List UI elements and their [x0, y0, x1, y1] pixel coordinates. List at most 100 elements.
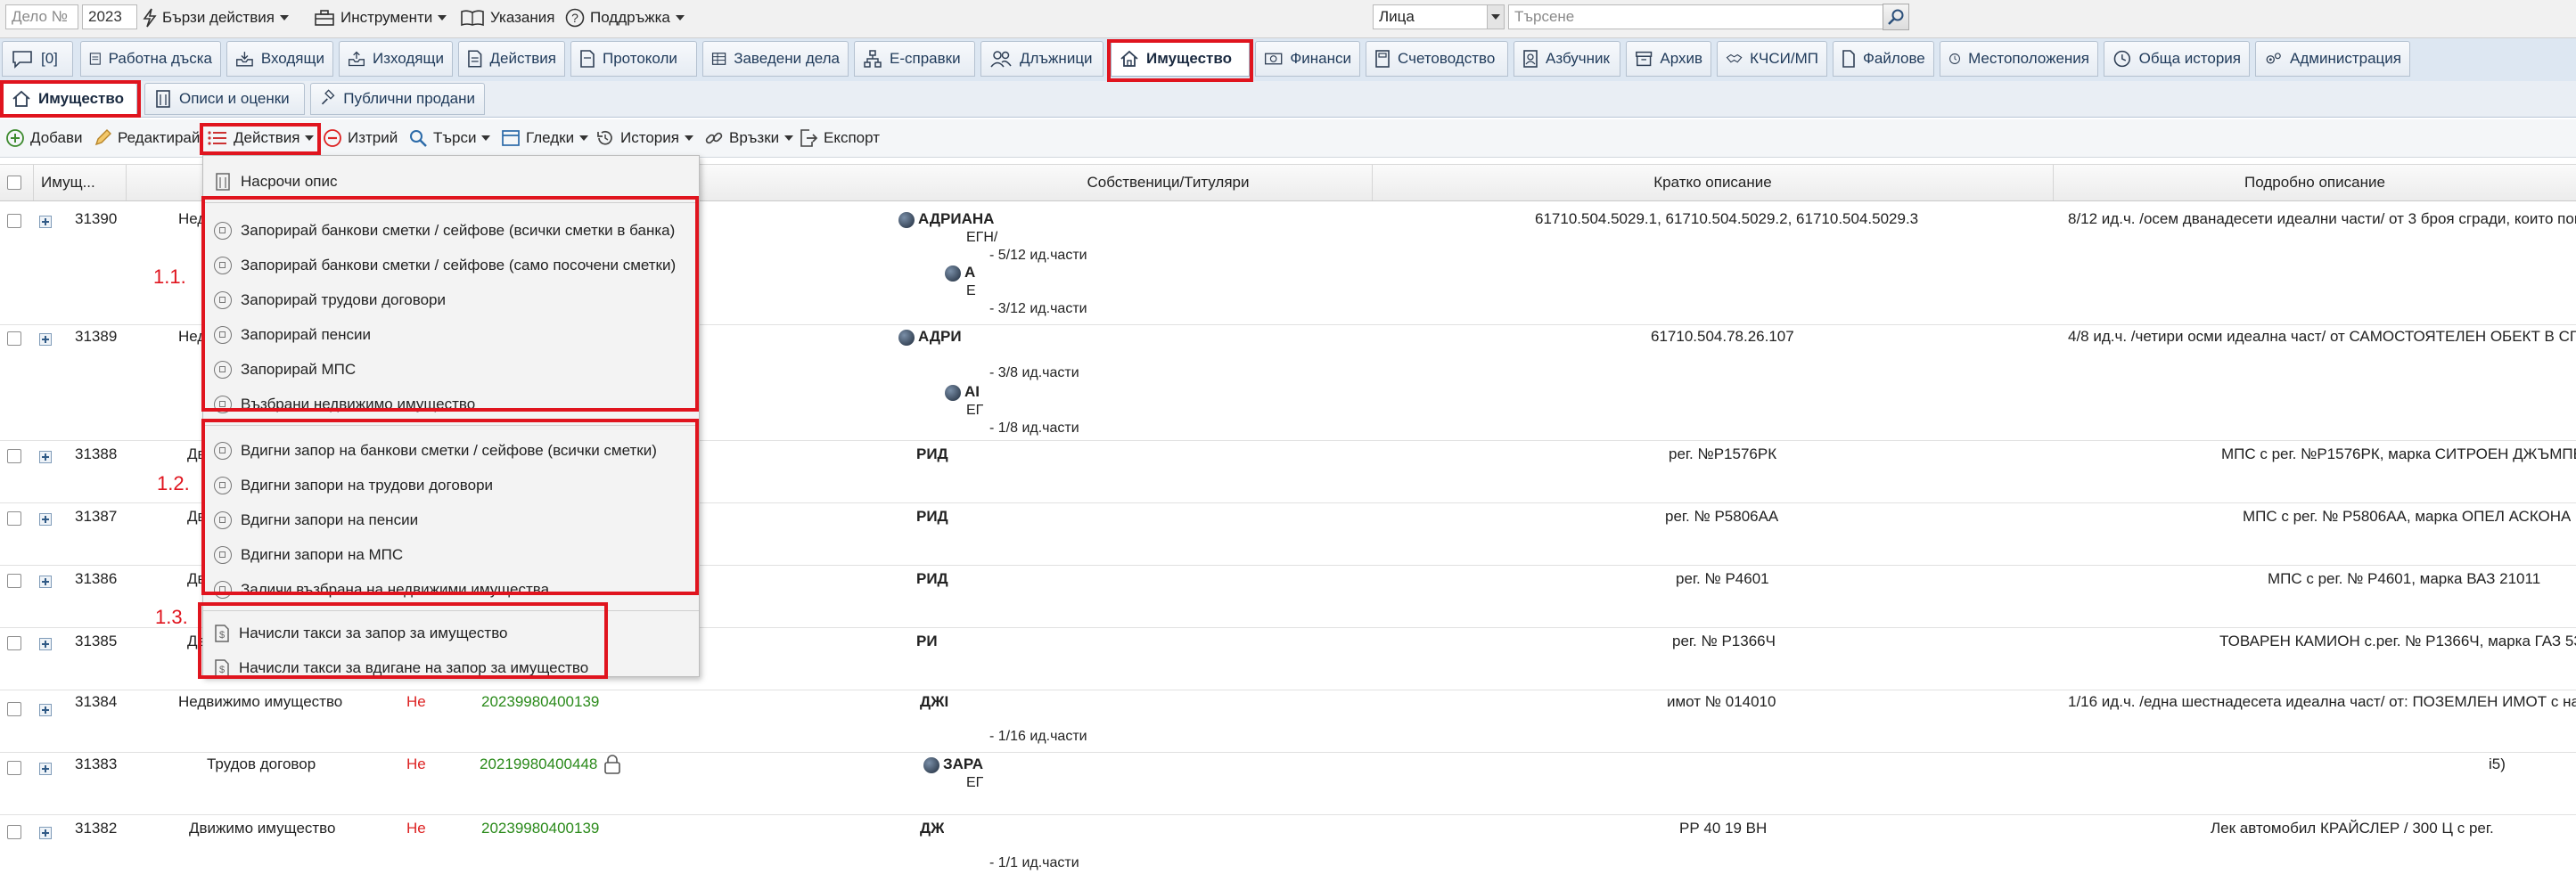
case-number-link[interactable]: 20239980400139 — [481, 693, 599, 711]
year-input[interactable]: 2023 — [82, 4, 137, 29]
menu-item-lift-employment[interactable]: Вдигни запори на трудови договори — [214, 472, 493, 499]
expand-row-icon[interactable] — [39, 576, 52, 588]
owner-share: - 1/16 ид.части — [989, 729, 1087, 744]
menu-item-lift-pensions[interactable]: Вдигни запори на пенсии — [214, 507, 418, 534]
export-button[interactable]: Експорт — [799, 127, 880, 150]
tab-label: Изходящи — [372, 50, 444, 67]
tab-kchsi[interactable]: КЧСИ/МП — [1717, 41, 1827, 77]
row-checkbox[interactable] — [7, 636, 21, 650]
search-menu-button[interactable]: Търси — [408, 127, 491, 150]
tab-label: Администрация — [2290, 50, 2401, 67]
search-scope-select[interactable]: Лица — [1373, 4, 1505, 29]
menu-item-lift-all-accounts[interactable]: Вдигни запор на банкови сметки / сейфове… — [214, 437, 657, 464]
menu-item-lift-vehicles[interactable]: Вдигни запори на МПС — [214, 542, 403, 568]
row-checkbox[interactable] — [7, 825, 21, 839]
expand-row-icon[interactable] — [39, 763, 52, 775]
tab-dashboard[interactable]: Работна дъска — [80, 41, 221, 77]
tools-button[interactable]: Инструменти — [314, 5, 447, 30]
row-checkbox[interactable] — [7, 574, 21, 588]
expand-row-icon[interactable] — [39, 704, 52, 716]
person-icon — [923, 756, 939, 773]
menu-item-seize-selected-accounts[interactable]: Запорирай банкови сметки / сейфове (само… — [214, 252, 676, 279]
tab-alphabetic[interactable]: Азбучник — [1514, 41, 1620, 77]
subtab-inventories[interactable]: Описи и оценки — [144, 83, 305, 115]
tab-archive[interactable]: Архив — [1626, 41, 1711, 77]
tab-finance[interactable]: Финанси — [1255, 41, 1360, 77]
menu-item-seize-all-accounts[interactable]: Запорирай банкови сметки / сейфове (всич… — [214, 217, 675, 244]
table-row[interactable]: 31383 Трудов договор Не 20219980400448 З… — [0, 752, 2576, 815]
support-button[interactable]: ? Поддръжка — [565, 5, 685, 30]
menu-item-label: Запорирай МПС — [241, 361, 357, 378]
views-menu-button[interactable]: Гледки — [501, 127, 589, 150]
case-number-link[interactable]: 20239980400139 — [481, 820, 599, 837]
expand-row-icon[interactable] — [39, 216, 52, 228]
expand-row-icon[interactable] — [39, 513, 52, 526]
tab-files[interactable]: Файлове — [1833, 41, 1934, 77]
row-checkbox[interactable] — [7, 702, 21, 716]
tab-label: Заведени дела — [734, 50, 840, 67]
expand-row-icon[interactable] — [39, 638, 52, 650]
menu-item-schedule-inventory[interactable]: Насрочи опис — [214, 168, 338, 195]
subtab-public-sales[interactable]: Публични продани — [310, 83, 485, 115]
expand-row-icon[interactable] — [39, 333, 52, 346]
delete-button[interactable]: Изтрий — [323, 127, 398, 150]
tab-incoming[interactable]: Входящи — [226, 41, 333, 77]
search-input[interactable]: Търсене — [1508, 4, 1888, 29]
column-header-detail-label: Подробно описание — [2244, 174, 2385, 191]
menu-item-mortgage-real-estate[interactable]: Възбрани недвижимо имущество — [214, 391, 475, 418]
history-menu-button[interactable]: История — [595, 127, 693, 150]
tab-messages[interactable]: [0] — [2, 41, 73, 77]
menu-item-charge-seizure-fees[interactable]: $ Начисли такси за запор за имущество — [214, 620, 507, 647]
tab-label: Файлове — [1863, 50, 1925, 67]
scope-dropdown-toggle[interactable] — [1487, 4, 1505, 29]
table-row[interactable]: 31382 Движимо имущество Не 2023998040013… — [0, 814, 2576, 882]
chevron-down-icon — [579, 135, 589, 141]
tab-filed-cases[interactable]: Заведени дела — [702, 41, 849, 77]
outbox-icon — [348, 51, 365, 67]
column-header-detailed-description[interactable]: Подробно описание — [2054, 165, 2576, 200]
menu-item-seize-employment[interactable]: Запорирай трудови договори — [214, 287, 446, 314]
actions-menu-button[interactable]: Действия — [207, 127, 315, 150]
row-checkbox[interactable] — [7, 331, 21, 346]
edit-button[interactable]: Редактирай — [93, 127, 200, 150]
instructions-button[interactable]: Указания — [460, 5, 554, 30]
tab-actions[interactable]: Действия — [458, 41, 565, 77]
row-checkbox[interactable] — [7, 449, 21, 463]
tab-debtors[interactable]: Длъжници — [980, 41, 1103, 77]
column-header-short-description[interactable]: Кратко описание — [1373, 165, 2054, 200]
edit-label: Редактирай — [118, 129, 201, 146]
tab-property[interactable]: Имущество — [1111, 41, 1250, 77]
menu-item-seize-pensions[interactable]: Запорирай пенсии — [214, 322, 371, 348]
expand-row-icon[interactable] — [39, 451, 52, 463]
tab-label: Азбучник — [1546, 50, 1610, 67]
links-label: Връзки — [729, 129, 780, 146]
add-button[interactable]: Добави — [5, 127, 83, 150]
row-checkbox[interactable] — [7, 214, 21, 228]
tab-locations[interactable]: Местоположения — [1940, 41, 2098, 77]
row-checkbox[interactable] — [7, 761, 21, 775]
case-number-input[interactable]: Дело № — [5, 4, 78, 29]
tab-protocols[interactable]: Протоколи — [570, 41, 697, 77]
search-scope-value: Лица — [1379, 8, 1415, 25]
owner-name: АДРИАНА — [898, 210, 994, 228]
menu-item-seize-vehicles[interactable]: Запорирай МПС — [214, 356, 356, 383]
menu-item-charge-release-fees[interactable]: $ Начисли такси за вдигане на запор за и… — [214, 655, 588, 682]
search-button[interactable] — [1883, 4, 1909, 30]
quick-actions-button[interactable]: Бързи действия — [143, 5, 289, 30]
subtab-property[interactable]: Имущество — [2, 83, 137, 115]
table-row[interactable]: 31384 Недвижимо имущество Не 20239980400… — [0, 690, 2576, 753]
detailed-description: МПС с рег. № Р5806АА, марка ОПЕЛ АСКОНА — [2243, 508, 2572, 525]
menu-item-delete-mortgage[interactable]: Заличи възбрана на недвижими имущества — [214, 576, 549, 603]
tab-accounting[interactable]: Счетоводство — [1366, 41, 1508, 77]
links-menu-button[interactable]: Връзки — [704, 127, 794, 150]
menu-item-label: Запорирай банкови сметки / сейфове (всич… — [241, 222, 676, 239]
tab-outgoing[interactable]: Изходящи — [339, 41, 453, 77]
select-all-checkbox[interactable] — [7, 176, 21, 190]
tab-general-history[interactable]: Обща история — [2104, 41, 2250, 77]
tab-administration[interactable]: Администрация — [2255, 41, 2410, 77]
tab-e-reports[interactable]: Е-справки — [854, 41, 975, 77]
row-checkbox[interactable] — [7, 511, 21, 526]
expand-row-icon[interactable] — [39, 827, 52, 839]
case-number-link[interactable]: 20219980400448 — [480, 755, 597, 773]
column-header-id[interactable]: Имущ... — [34, 165, 127, 200]
